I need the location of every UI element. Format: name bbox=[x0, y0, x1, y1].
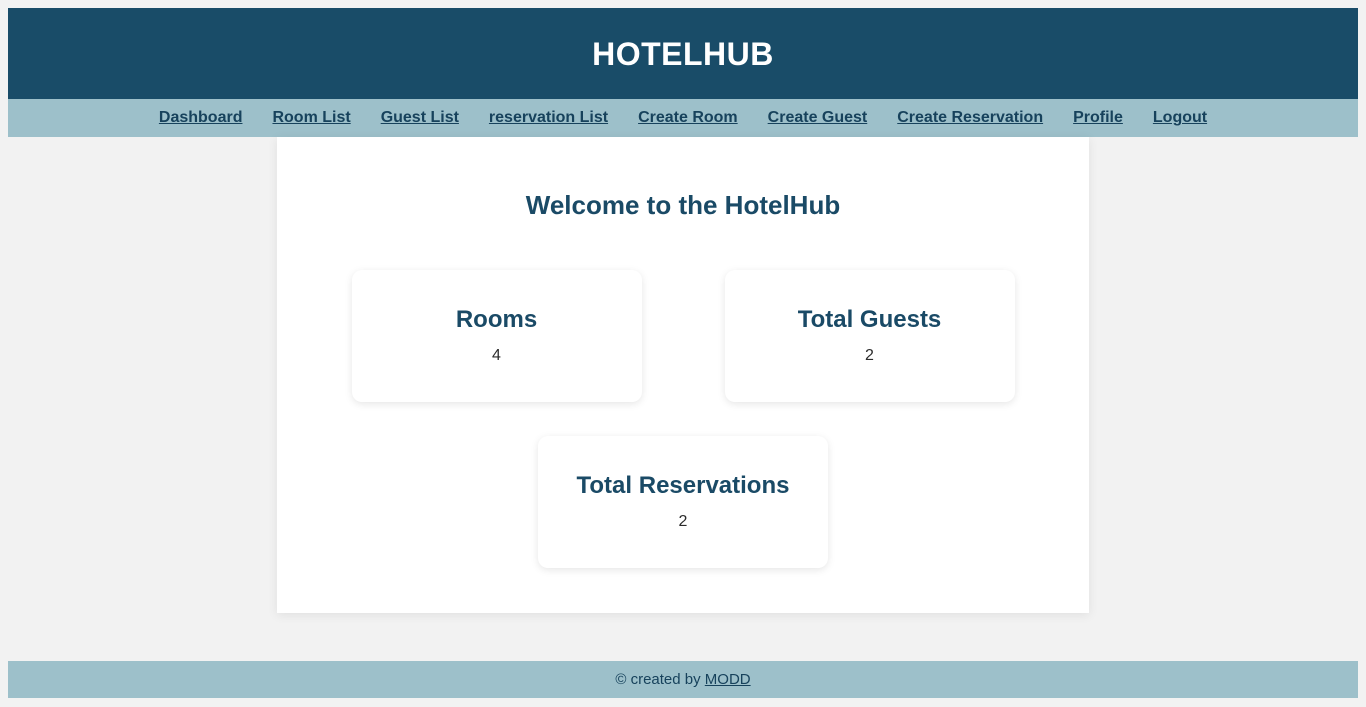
main-navigation: Dashboard Room List Guest List reservati… bbox=[8, 99, 1358, 137]
stat-title-total-reservations: Total Reservations bbox=[576, 471, 790, 499]
nav-link-create-guest[interactable]: Create Guest bbox=[768, 108, 868, 127]
footer-copyright-text: © created by bbox=[615, 670, 701, 688]
nav-item: Logout bbox=[1153, 108, 1207, 127]
stat-title-total-guests: Total Guests bbox=[797, 305, 942, 333]
stats-row-secondary: Total Reservations 2 bbox=[277, 435, 1089, 568]
stat-value-total-guests: 2 bbox=[865, 347, 874, 365]
stat-value-total-reservations: 2 bbox=[678, 513, 688, 531]
nav-item: Room List bbox=[272, 108, 350, 127]
footer-copyright: © created by MODD bbox=[615, 671, 750, 689]
nav-item: Dashboard bbox=[159, 108, 243, 127]
nav-item: Guest List bbox=[381, 108, 459, 127]
nav-item: reservation List bbox=[489, 108, 608, 127]
welcome-heading: Welcome to the HotelHub bbox=[525, 190, 841, 220]
stat-card-total-reservations[interactable]: Total Reservations 2 bbox=[538, 435, 828, 568]
nav-link-reservation-list[interactable]: reservation List bbox=[489, 108, 608, 127]
nav-link-create-reservation[interactable]: Create Reservation bbox=[897, 108, 1043, 127]
nav-link-guest-list[interactable]: Guest List bbox=[381, 108, 459, 127]
nav-item: Create Guest bbox=[768, 108, 868, 127]
page-title: HOTELHUB bbox=[592, 35, 774, 72]
stats-row-primary: Rooms 4 Total Guests 2 bbox=[277, 269, 1089, 402]
stat-title-rooms: Rooms bbox=[455, 305, 538, 333]
nav-link-create-room[interactable]: Create Room bbox=[638, 108, 738, 127]
main-content: Welcome to the HotelHub Rooms 4 Total Gu… bbox=[8, 137, 1358, 707]
nav-list: Dashboard Room List Guest List reservati… bbox=[159, 108, 1207, 127]
stat-card-total-guests[interactable]: Total Guests 2 bbox=[724, 269, 1015, 402]
nav-link-room-list[interactable]: Room List bbox=[272, 108, 350, 127]
nav-link-profile[interactable]: Profile bbox=[1073, 108, 1123, 127]
nav-item: Profile bbox=[1073, 108, 1123, 127]
nav-link-logout[interactable]: Logout bbox=[1153, 108, 1207, 127]
nav-link-dashboard[interactable]: Dashboard bbox=[159, 108, 243, 127]
site-header: HOTELHUB bbox=[8, 8, 1358, 99]
stat-card-rooms[interactable]: Rooms 4 bbox=[351, 269, 642, 402]
site-footer: © created by MODD bbox=[8, 661, 1358, 698]
footer-link-modd[interactable]: MODD bbox=[705, 671, 751, 688]
nav-item: Create Reservation bbox=[897, 108, 1043, 127]
dashboard-panel: Welcome to the HotelHub Rooms 4 Total Gu… bbox=[277, 137, 1089, 613]
app-root: HOTELHUB Dashboard Room List Guest List … bbox=[0, 0, 1366, 707]
stat-value-rooms: 4 bbox=[492, 347, 501, 365]
nav-item: Create Room bbox=[638, 108, 738, 127]
